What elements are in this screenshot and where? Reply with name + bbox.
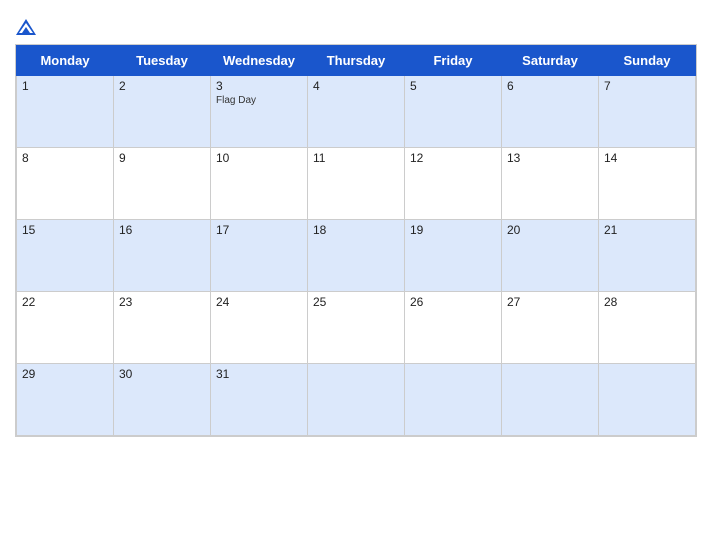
calendar-day-23: 23 [114,292,211,364]
day-number: 25 [313,295,399,309]
calendar-day-empty [405,364,502,436]
calendar-week-1: 123 Flag Day 4567 [17,76,696,148]
calendar-day-1: 1 [17,76,114,148]
day-number: 7 [604,79,690,93]
calendar-day-30: 30 [114,364,211,436]
calendar-day-13: 13 [502,148,599,220]
calendar-day-3: 3 Flag Day [211,76,308,148]
calendar-header [15,10,697,44]
day-number: 19 [410,223,496,237]
calendar-day-28: 28 [599,292,696,364]
weekday-header-tuesday: Tuesday [114,46,211,76]
weekday-header-wednesday: Wednesday [211,46,308,76]
day-number: 21 [604,223,690,237]
day-number: 28 [604,295,690,309]
day-number: 22 [22,295,108,309]
day-number: 9 [119,151,205,165]
calendar-day-11: 11 [308,148,405,220]
calendar-day-empty [308,364,405,436]
calendar-day-4: 4 [308,76,405,148]
day-number: 15 [22,223,108,237]
calendar-day-5: 5 [405,76,502,148]
calendar-day-8: 8 [17,148,114,220]
calendar-day-26: 26 [405,292,502,364]
calendar-day-10: 10 [211,148,308,220]
calendar-day-21: 21 [599,220,696,292]
calendar-day-24: 24 [211,292,308,364]
calendar-day-2: 2 [114,76,211,148]
calendar-day-18: 18 [308,220,405,292]
day-number: 13 [507,151,593,165]
day-number: 4 [313,79,399,93]
weekday-header-friday: Friday [405,46,502,76]
calendar-week-4: 22 23 24 25 26 27 28 [17,292,696,364]
day-number: 14 [604,151,690,165]
calendar-day-19: 19 [405,220,502,292]
day-number: 31 [216,367,302,381]
calendar-day-9: 9 [114,148,211,220]
day-number: 18 [313,223,399,237]
weekday-header-monday: Monday [17,46,114,76]
day-number: 1 [22,79,108,93]
day-number: 29 [22,367,108,381]
calendar-day-16: 16 [114,220,211,292]
logo [15,16,41,36]
calendar-day-empty [599,364,696,436]
calendar-week-5: 29 30 31 [17,364,696,436]
day-number: 17 [216,223,302,237]
weekday-header-thursday: Thursday [308,46,405,76]
weekday-header-sunday: Sunday [599,46,696,76]
calendar-day-22: 22 [17,292,114,364]
calendar-day-25: 25 [308,292,405,364]
calendar-day-20: 20 [502,220,599,292]
day-number: 20 [507,223,593,237]
day-number: 27 [507,295,593,309]
day-number: 8 [22,151,108,165]
day-number: 26 [410,295,496,309]
weekday-header-saturday: Saturday [502,46,599,76]
calendar-day-27: 27 [502,292,599,364]
day-number: 6 [507,79,593,93]
calendar-day-29: 29 [17,364,114,436]
calendar-week-2: 89 10 11 12 13 14 [17,148,696,220]
calendar-day-17: 17 [211,220,308,292]
day-number: 3 [216,79,302,93]
calendar: MondayTuesdayWednesdayThursdayFridaySatu… [15,44,697,437]
day-number: 11 [313,151,399,165]
holiday-name: Flag Day [216,95,302,106]
day-number: 12 [410,151,496,165]
day-number: 24 [216,295,302,309]
day-number: 2 [119,79,205,93]
calendar-day-15: 15 [17,220,114,292]
calendar-header-row: MondayTuesdayWednesdayThursdayFridaySatu… [17,46,696,76]
day-number: 5 [410,79,496,93]
calendar-day-6: 6 [502,76,599,148]
calendar-day-14: 14 [599,148,696,220]
calendar-day-31: 31 [211,364,308,436]
day-number: 23 [119,295,205,309]
logo-icon [15,18,37,36]
calendar-day-empty [502,364,599,436]
calendar-day-12: 12 [405,148,502,220]
calendar-day-7: 7 [599,76,696,148]
calendar-week-3: 15 16 17 18 19 20 21 [17,220,696,292]
day-number: 16 [119,223,205,237]
day-number: 30 [119,367,205,381]
day-number: 10 [216,151,302,165]
